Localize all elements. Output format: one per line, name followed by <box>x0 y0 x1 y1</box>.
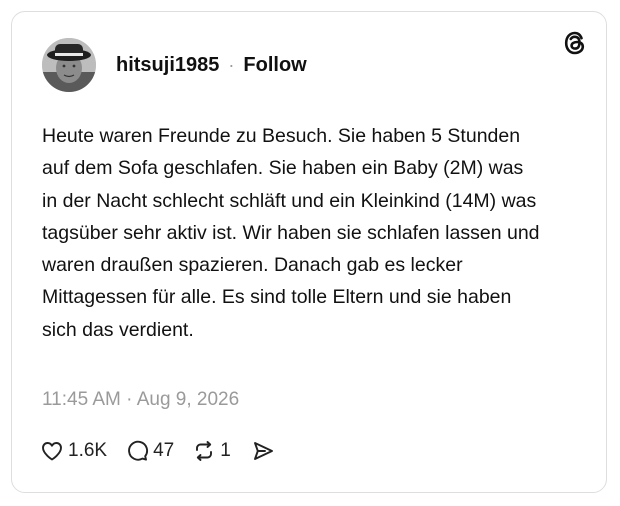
speech-bubble-icon <box>128 440 149 461</box>
action-bar: 1.6K 47 1 <box>40 439 293 463</box>
post-text: Heute waren Freunde zu Besuch. Sie haben… <box>42 125 540 341</box>
reply-button[interactable]: 47 <box>125 439 174 463</box>
repost-button[interactable]: 1 <box>192 439 231 463</box>
repost-count: 1 <box>220 440 231 461</box>
repost-icon <box>196 441 213 461</box>
post-timestamp[interactable]: 11:45 AM · Aug 9, 2026 <box>42 389 239 411</box>
username[interactable]: hitsuji1985 <box>116 54 219 77</box>
avatar[interactable] <box>42 38 96 92</box>
like-button[interactable]: 1.6K <box>40 439 107 463</box>
threads-logo-icon[interactable] <box>562 30 588 56</box>
heart-icon <box>42 442 62 461</box>
post-header: hitsuji1985 · Follow <box>116 53 307 77</box>
follow-button[interactable]: Follow <box>243 54 306 77</box>
like-count: 1.6K <box>68 440 108 461</box>
share-button[interactable] <box>251 439 275 463</box>
post-card: hitsuji1985 · Follow Heute waren Freunde… <box>11 11 607 493</box>
separator-dot: · <box>228 54 235 75</box>
reply-count: 47 <box>153 440 175 461</box>
avatar-image <box>42 38 96 92</box>
send-icon <box>253 442 273 460</box>
